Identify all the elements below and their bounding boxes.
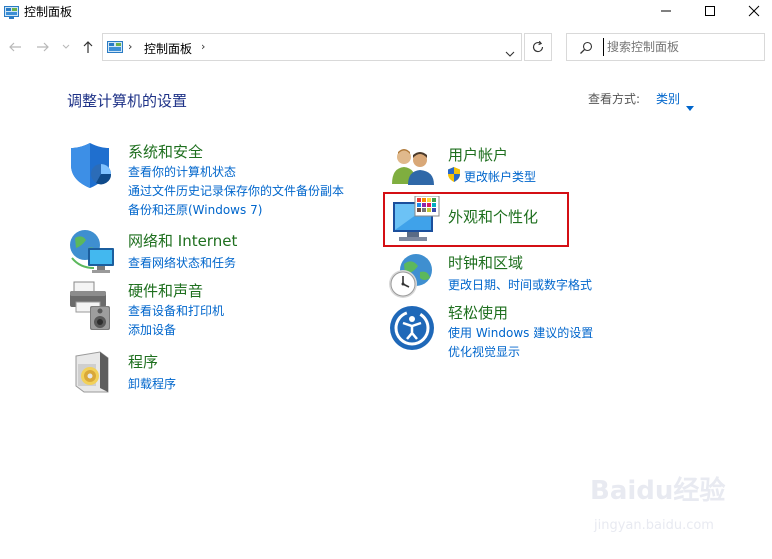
recent-locations-button[interactable]: [60, 38, 72, 56]
address-dropdown-button[interactable]: [505, 42, 515, 61]
ease-of-access-icon[interactable]: [389, 305, 435, 355]
network-internet-title[interactable]: 网络和 Internet: [128, 230, 237, 251]
refresh-icon: [532, 40, 544, 53]
globe-network-icon[interactable]: [68, 228, 116, 278]
shield-icon[interactable]: [68, 141, 116, 193]
programs-title[interactable]: 程序: [128, 351, 158, 372]
change-date-time-format-link[interactable]: 更改日期、时间或数字格式: [448, 276, 592, 293]
close-button[interactable]: [734, 0, 772, 22]
maximize-icon: [705, 6, 715, 16]
up-arrow-icon: [83, 41, 93, 53]
breadcrumb-separator-icon: ›: [128, 40, 133, 53]
control-panel-small-icon: [107, 40, 123, 59]
minimize-icon: [661, 10, 671, 12]
breadcrumb-control-panel[interactable]: 控制面板: [144, 40, 192, 57]
chevron-down-icon: [62, 44, 70, 49]
address-bar[interactable]: › 控制面板 ›: [102, 33, 522, 61]
triangle-down-icon[interactable]: [686, 96, 694, 115]
appearance-personalization-title[interactable]: 外观和个性化: [448, 206, 538, 227]
monitor-palette-icon[interactable]: [391, 195, 441, 248]
watermark-logo: Baidu经验: [590, 476, 726, 506]
programs-disc-icon[interactable]: [74, 350, 110, 398]
navigation-bar: › 控制面板 ›: [0, 30, 772, 64]
title-bar: 控制面板: [0, 0, 772, 24]
view-computer-status-link[interactable]: 查看你的计算机状态: [128, 163, 236, 180]
uninstall-program-link[interactable]: 卸载程序: [128, 375, 176, 392]
forward-arrow-icon: [37, 42, 49, 52]
search-box[interactable]: [566, 33, 765, 61]
refresh-button[interactable]: [524, 33, 552, 61]
view-by-label: 查看方式:: [588, 92, 641, 106]
users-icon[interactable]: [390, 146, 436, 190]
search-input[interactable]: [603, 38, 762, 56]
add-device-link[interactable]: 添加设备: [128, 321, 176, 338]
forward-button[interactable]: [34, 38, 52, 56]
optimize-visual-display-link[interactable]: 优化视觉显示: [448, 343, 520, 360]
ease-of-access-title[interactable]: 轻松使用: [448, 302, 508, 323]
uac-shield-icon: [447, 167, 461, 186]
view-by-dropdown[interactable]: 类别: [656, 90, 680, 107]
file-history-backup-link[interactable]: 通过文件历史记录保存你的文件备份副本: [128, 182, 344, 199]
system-security-title[interactable]: 系统和安全: [128, 141, 203, 162]
backup-restore-link[interactable]: 备份和还原(Windows 7): [128, 201, 262, 218]
clock-globe-icon[interactable]: [388, 252, 436, 304]
control-panel-app-icon: [4, 4, 19, 23]
user-accounts-title[interactable]: 用户帐户: [448, 144, 508, 165]
up-button[interactable]: [79, 38, 97, 56]
printer-speaker-icon[interactable]: [68, 280, 118, 336]
hardware-sound-title[interactable]: 硬件和声音: [128, 280, 203, 301]
close-icon: [748, 5, 760, 17]
back-button[interactable]: [6, 38, 24, 56]
window-title: 控制面板: [24, 5, 73, 19]
view-network-status-link[interactable]: 查看网络状态和任务: [128, 254, 236, 271]
search-icon: [579, 40, 593, 59]
baidu-watermark: Baidu经验 jingyan.baidu.com: [590, 470, 770, 555]
maximize-button[interactable]: [690, 0, 730, 22]
recommended-settings-link[interactable]: 使用 Windows 建议的设置: [448, 324, 593, 341]
clock-region-title[interactable]: 时钟和区域: [448, 252, 523, 273]
watermark-url: jingyan.baidu.com: [594, 518, 714, 533]
minimize-button[interactable]: [646, 0, 686, 22]
back-arrow-icon: [9, 42, 21, 52]
chevron-down-icon: [505, 51, 515, 57]
change-account-type-link[interactable]: 更改帐户类型: [464, 168, 536, 185]
breadcrumb-expand-icon[interactable]: ›: [201, 40, 205, 53]
devices-printers-link[interactable]: 查看设备和打印机: [128, 302, 224, 319]
page-title: 调整计算机的设置: [67, 92, 188, 110]
